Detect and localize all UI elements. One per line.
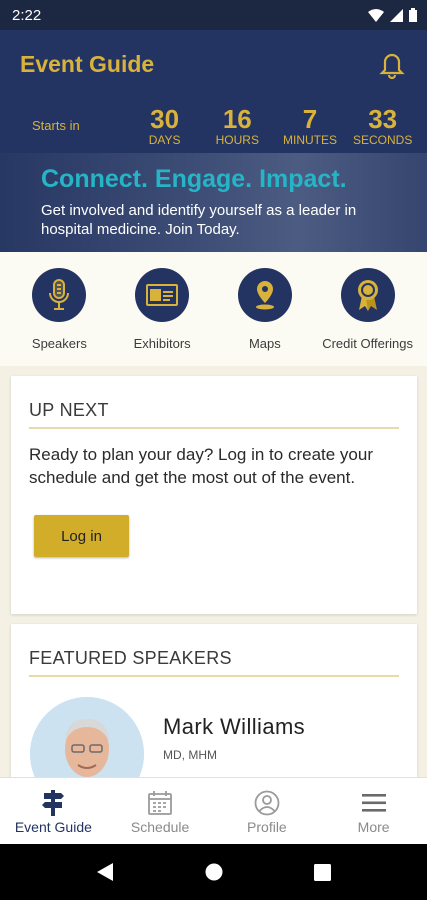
recents-icon[interactable] — [314, 863, 332, 881]
nav-label: More — [357, 819, 390, 835]
countdown-value: 30 — [150, 103, 180, 134]
countdown-bar: Starts in 30 DAYS 16 HOURS 7 MINUTES 33 … — [0, 98, 427, 153]
quick-link-label: Exhibitors — [133, 336, 191, 351]
nav-more[interactable]: More — [320, 778, 427, 844]
signpost-icon — [41, 789, 65, 816]
quick-link-label: Maps — [248, 336, 281, 351]
app-bar: Event Guide — [0, 30, 427, 98]
battery-icon — [409, 8, 417, 22]
status-bar: 2:22 — [0, 0, 427, 30]
up-next-card: UP NEXT Ready to plan your day? Log in t… — [11, 376, 417, 614]
nav-label: Schedule — [130, 819, 190, 835]
status-time: 2:22 — [12, 6, 42, 24]
back-icon[interactable] — [96, 862, 114, 882]
profile-icon — [254, 789, 280, 816]
quick-link-credit-offerings[interactable]: Credit Offerings — [320, 252, 416, 366]
bell-icon[interactable] — [377, 49, 407, 79]
quick-link-speakers[interactable]: Speakers — [11, 252, 107, 366]
speaker-credentials: MD, MHM — [163, 748, 217, 762]
nav-profile[interactable]: Profile — [214, 778, 321, 844]
countdown-value: 7 — [302, 103, 318, 134]
countdown-minutes: 7 MINUTES — [274, 106, 347, 146]
calendar-icon — [147, 789, 173, 816]
countdown-value: 16 — [222, 103, 252, 134]
speaker-info: Mark Williams MD, MHM — [163, 714, 305, 762]
countdown-unit-label: DAYS — [148, 132, 181, 147]
status-icons — [368, 8, 417, 22]
map-pin-icon — [237, 268, 292, 322]
quick-link-exhibitors[interactable]: Exhibitors — [114, 252, 210, 366]
banner-headline: Connect. Engage. Impact. — [41, 165, 347, 193]
menu-icon — [361, 789, 387, 816]
nav-label: Event Guide — [14, 819, 92, 835]
award-ribbon-icon — [340, 268, 395, 322]
wifi-icon — [368, 8, 384, 22]
promo-banner[interactable]: Connect. Engage. Impact. Get involved an… — [0, 153, 427, 252]
nav-schedule[interactable]: Schedule — [107, 778, 214, 844]
card-title: UP NEXT — [29, 376, 399, 429]
login-button[interactable]: Log in — [34, 515, 129, 557]
card-title: FEATURED SPEAKERS — [29, 624, 399, 677]
countdown-label: Starts in — [32, 118, 80, 133]
system-nav-bar — [0, 844, 427, 900]
speaker-item[interactable]: Mark Williams MD, MHM — [11, 677, 417, 777]
nav-event-guide[interactable]: Event Guide — [0, 778, 107, 844]
countdown-hours: 16 HOURS — [201, 106, 274, 146]
bottom-nav: Event Guide Schedule Profile More — [0, 777, 427, 844]
countdown-unit-label: SECONDS — [353, 132, 413, 147]
featured-speakers-card: FEATURED SPEAKERS Mark Williams MD, MHM — [11, 624, 417, 777]
countdown-days: 30 DAYS — [128, 106, 201, 146]
speaker-name: Mark Williams — [163, 714, 306, 739]
home-icon[interactable] — [205, 863, 223, 881]
countdown-unit-label: HOURS — [215, 132, 259, 147]
signal-icon — [390, 8, 403, 22]
microphone-icon — [32, 268, 87, 322]
banner-subtext: Get involved and identify yourself as a … — [41, 202, 357, 238]
countdown-value: 33 — [368, 103, 398, 134]
avatar — [30, 697, 144, 777]
nav-label: Profile — [247, 819, 287, 835]
up-next-text: Ready to plan your day? Log in to create… — [29, 445, 373, 487]
id-card-icon — [135, 268, 190, 322]
quick-link-label: Credit Offerings — [322, 336, 414, 351]
quick-link-maps[interactable]: Maps — [217, 252, 313, 366]
quick-link-label: Speakers — [31, 336, 87, 351]
quick-links: Speakers Exhibitors Maps Credit Offering… — [0, 252, 427, 366]
countdown-seconds: 33 SECONDS — [346, 106, 419, 146]
countdown-unit-label: MINUTES — [282, 132, 337, 147]
app-title: Event Guide — [20, 50, 155, 77]
